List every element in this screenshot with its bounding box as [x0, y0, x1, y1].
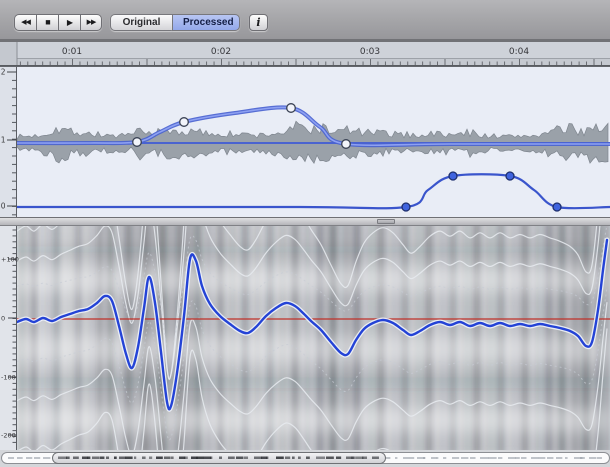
fast-forward-button[interactable]: ▶▶	[80, 14, 102, 31]
stop-icon: ■	[45, 17, 49, 27]
ruler-time-label: 0:04	[509, 47, 529, 57]
panel-splitter[interactable]	[0, 217, 610, 226]
envelope-panel-canvas[interactable]: 2 1 0	[0, 66, 610, 217]
time-ruler-canvas[interactable]: 0:01 0:02 0:03 0:04	[0, 39, 610, 66]
lower-envelope-control-point[interactable]	[506, 172, 514, 180]
scrollbar-canvas	[0, 450, 610, 467]
play-button[interactable]: ▶	[58, 14, 80, 31]
rewind-icon: ◀◀	[21, 19, 30, 26]
ruler-time-label: 0:01	[62, 47, 82, 57]
ruler-time-label: 0:03	[360, 47, 380, 57]
lower-envelope-control-point[interactable]	[402, 203, 410, 211]
upper-scale-label: 1	[1, 136, 6, 145]
splitter-grip[interactable]	[377, 219, 395, 224]
lower-scale-label: -100	[1, 374, 16, 382]
pitch-panel-canvas[interactable]: +100 0 -100 -200	[0, 226, 610, 450]
original-button[interactable]: Original	[110, 14, 172, 31]
transport-controls: ◀◀ ■ ▶ ▶▶	[14, 14, 102, 31]
upper-scale-label: 2	[1, 68, 6, 77]
lower-scale-label: -200	[1, 432, 16, 440]
envelope-panel[interactable]: 2 1 0	[0, 66, 610, 217]
lower-scale-label: +100	[1, 256, 19, 264]
fast-forward-icon: ▶▶	[87, 19, 96, 26]
gain-envelope-control-point[interactable]	[180, 118, 189, 127]
ruler-time-label: 0:02	[211, 47, 231, 57]
view-toggle: Original Processed	[110, 14, 240, 31]
rewind-button[interactable]: ◀◀	[14, 14, 36, 31]
play-icon: ▶	[67, 18, 72, 27]
info-button[interactable]: i	[249, 14, 268, 31]
processed-button[interactable]: Processed	[172, 14, 240, 31]
stop-button[interactable]: ■	[36, 14, 58, 31]
audio-editor-window: ◀◀ ■ ▶ ▶▶ Original Processed i 0:010:020…	[0, 0, 610, 467]
lower-scale-label: 0	[1, 315, 5, 323]
pitch-panel[interactable]: +100 0 -100 -200	[0, 226, 610, 450]
toolbar: ◀◀ ■ ▶ ▶▶ Original Processed i	[0, 0, 610, 39]
lower-envelope-control-point[interactable]	[449, 172, 457, 180]
lower-envelope-control-point[interactable]	[553, 203, 561, 211]
gain-envelope-control-point[interactable]	[342, 140, 351, 149]
time-ruler[interactable]: 0:01 0:02 0:03 0:04	[0, 39, 610, 66]
gain-envelope-control-point[interactable]	[287, 104, 296, 113]
gain-envelope-control-point[interactable]	[133, 138, 142, 147]
upper-scale-label: 0	[1, 202, 6, 211]
bottom-scrollbar-area	[0, 450, 610, 467]
